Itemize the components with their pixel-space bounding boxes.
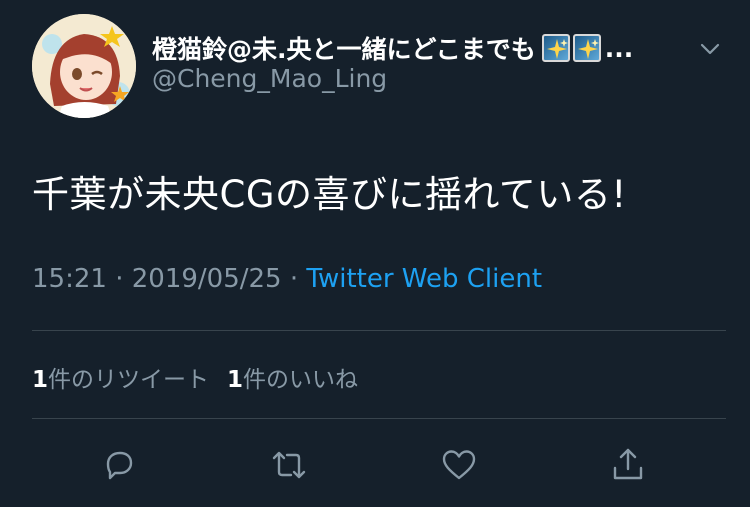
- tweet-stats: 1件のリツイート 1件のいいね: [32, 360, 358, 394]
- retweet-icon: [272, 451, 306, 479]
- sparkles-emoji-icon: [541, 34, 570, 62]
- author-handle[interactable]: @Cheng_Mao_Ling: [152, 64, 387, 93]
- name-ellipsis: ...: [604, 33, 634, 63]
- tweet-source-link[interactable]: Twitter Web Client: [306, 264, 542, 294]
- likes-label: 件のいいね: [243, 367, 359, 393]
- share-icon: [613, 448, 643, 480]
- tweet-date: 2019/05/25: [131, 264, 282, 294]
- sparkles-emoji-icon: [572, 34, 601, 62]
- retweets-count: 1: [32, 367, 49, 393]
- reply-icon: [106, 451, 133, 480]
- retweets-label: 件のリツイート: [48, 367, 210, 393]
- display-name-text: 橙猫鈴@未.央と一緒にどこまでも: [152, 35, 536, 64]
- avatar[interactable]: [32, 14, 136, 118]
- likes-stat[interactable]: 1件のいいね: [227, 367, 358, 393]
- retweets-stat[interactable]: 1件のリツイート: [32, 367, 209, 393]
- meta-separator: ·: [289, 264, 299, 294]
- chevron-down-icon[interactable]: [697, 36, 723, 62]
- meta-separator: ·: [115, 264, 124, 294]
- tweet-time: 15:21: [32, 264, 107, 294]
- tweet-text: 千葉が未央CGの喜びに揺れている!: [32, 173, 627, 216]
- share-button[interactable]: [608, 445, 648, 485]
- anime-avatar-icon: [32, 14, 136, 118]
- divider: [32, 418, 726, 419]
- likes-count: 1: [227, 367, 244, 393]
- reply-button[interactable]: [99, 445, 139, 485]
- like-button[interactable]: [439, 445, 479, 485]
- author-display-name[interactable]: 橙猫鈴@未.央と一緒にどこまでも ...: [152, 28, 633, 68]
- divider: [32, 330, 726, 331]
- retweet-button[interactable]: [269, 445, 309, 485]
- tweet-meta: 15:21 · 2019/05/25 · Twitter Web Client: [32, 264, 542, 294]
- like-icon: [442, 450, 476, 480]
